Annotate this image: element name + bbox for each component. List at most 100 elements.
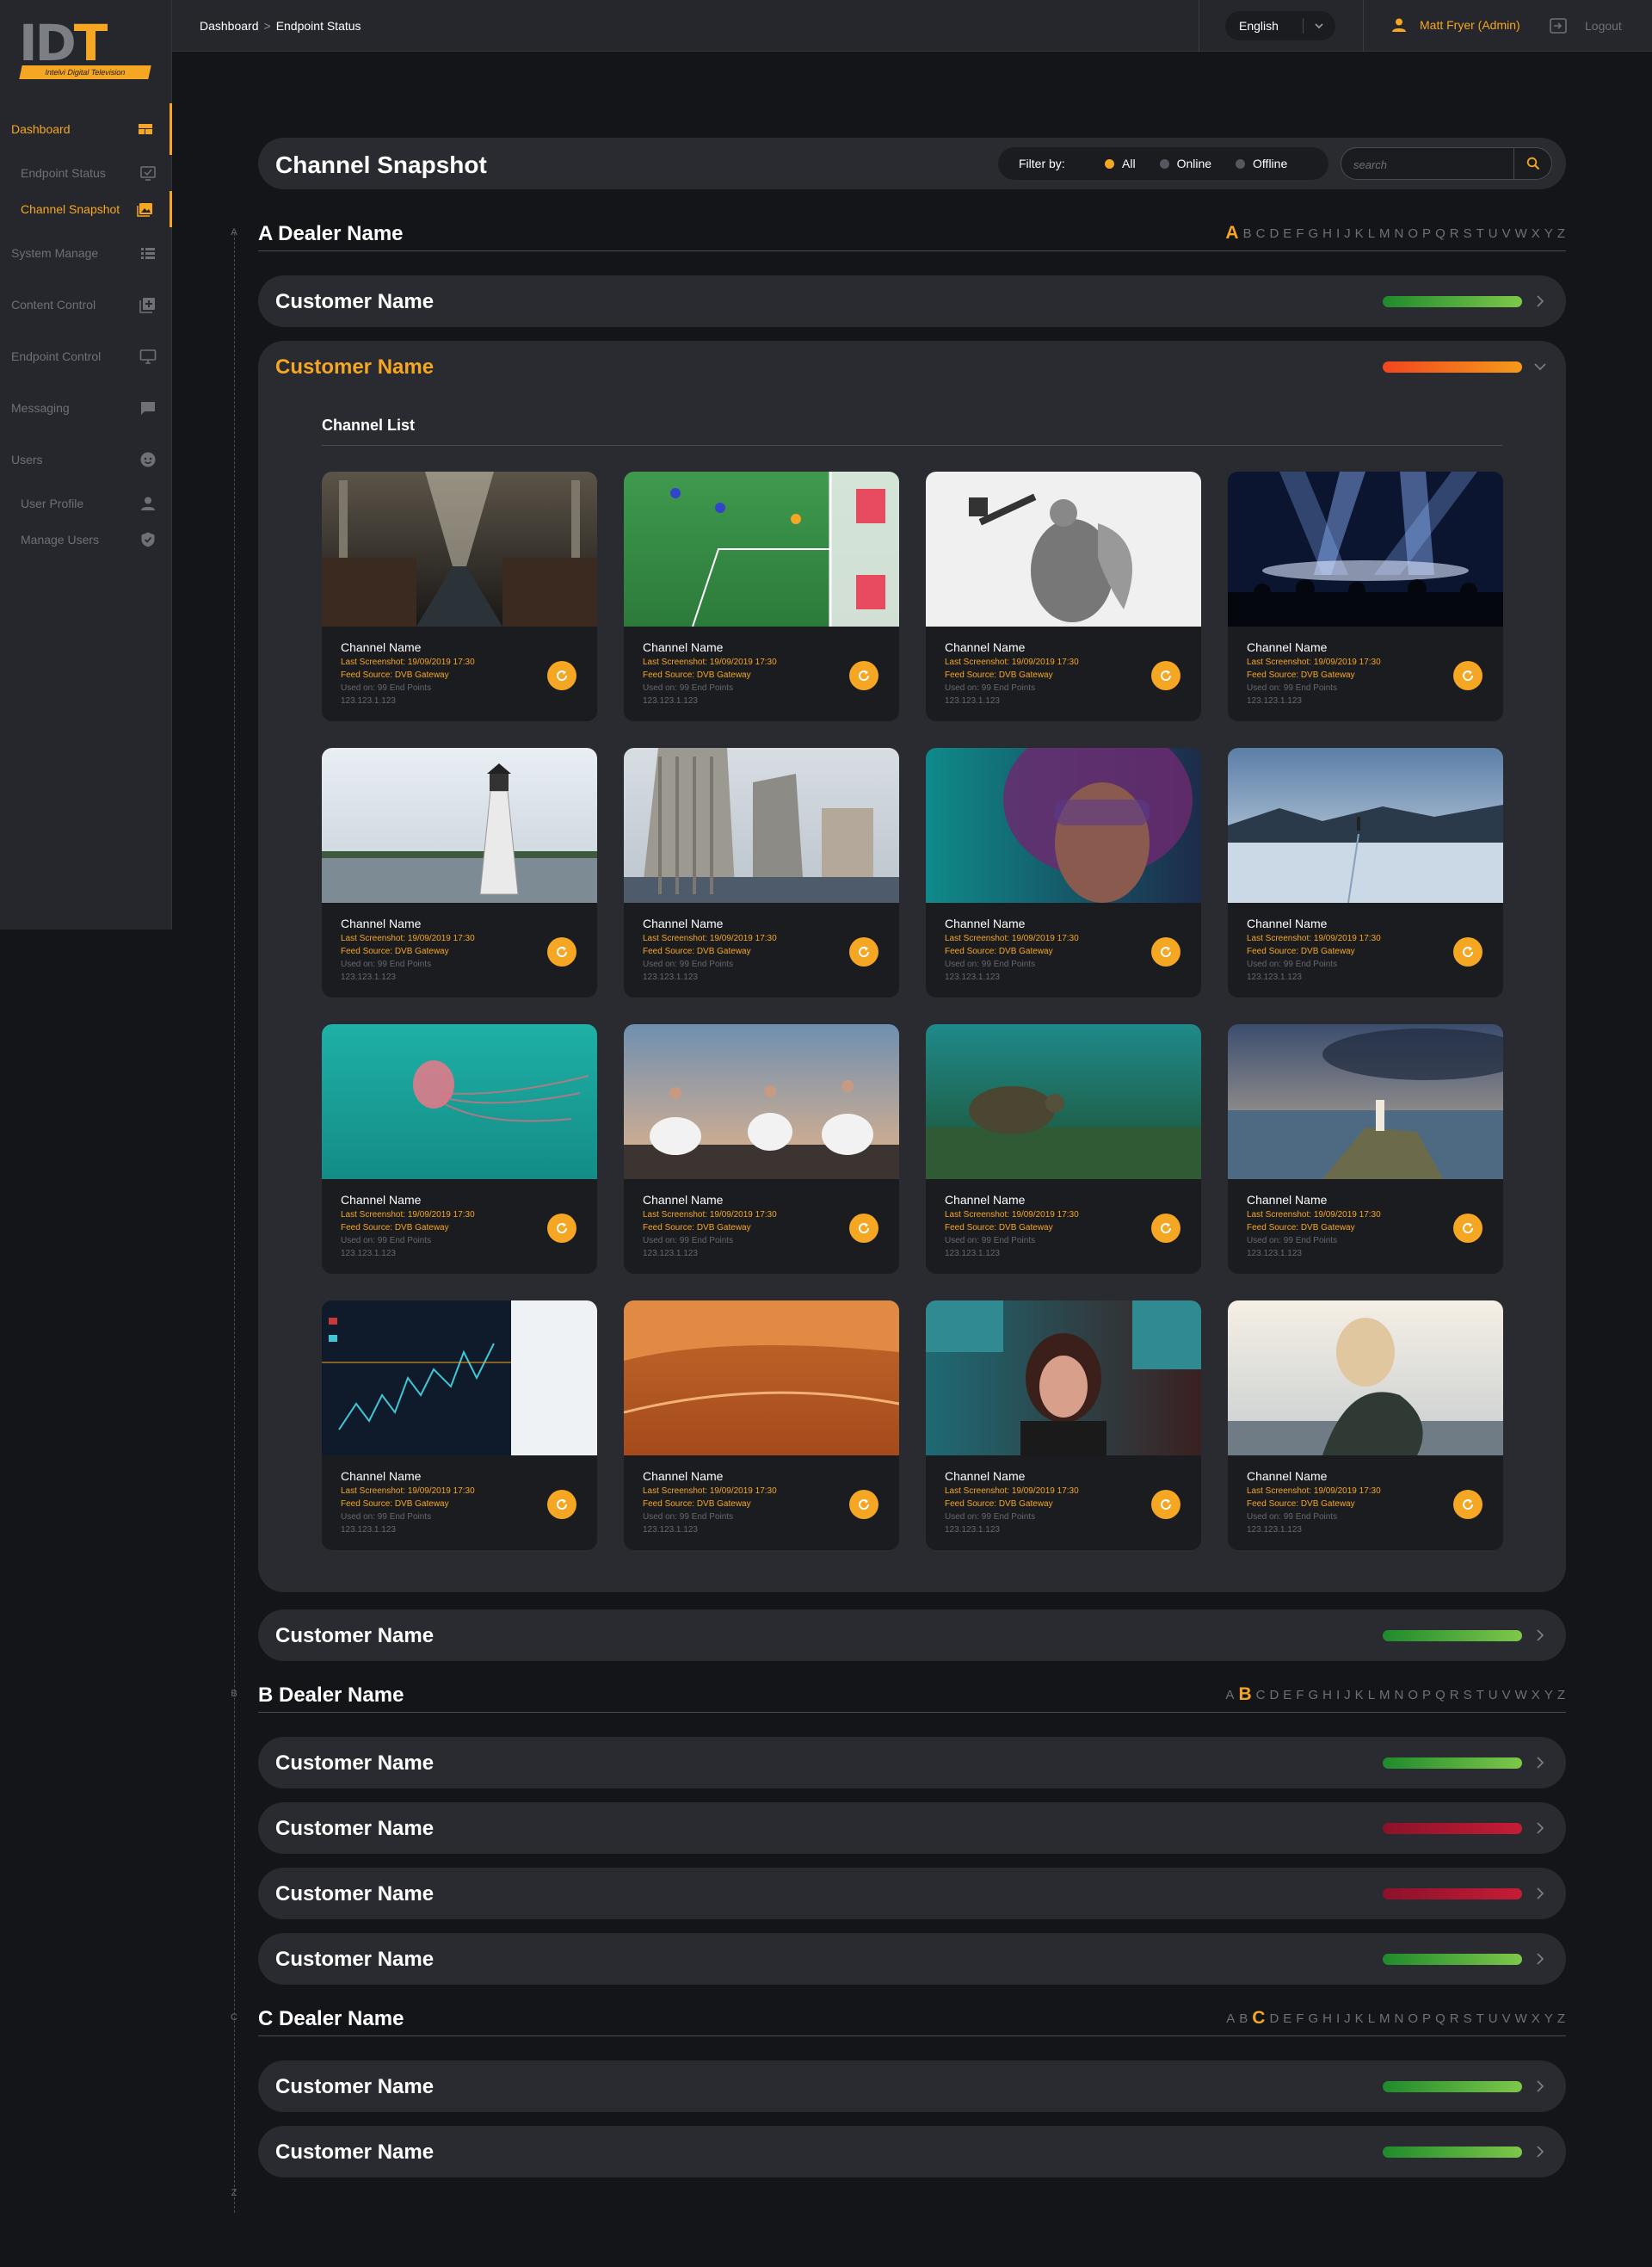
alphabet-letter[interactable]: E <box>1283 2011 1292 2026</box>
sidebar-item-endpoint-status[interactable]: Endpoint Status <box>0 155 172 191</box>
alphabet-letter[interactable]: Q <box>1435 226 1446 241</box>
refresh-button[interactable] <box>547 1490 576 1519</box>
alphabet-letter[interactable]: Q <box>1435 2011 1446 2026</box>
alphabet-letter[interactable]: L <box>1368 1688 1376 1702</box>
alphabet-letter[interactable]: Y <box>1544 1688 1554 1702</box>
search-input[interactable] <box>1353 156 1508 173</box>
alphabet-letter[interactable]: U <box>1489 226 1499 241</box>
alphabet-letter[interactable]: W <box>1515 2011 1528 2026</box>
alphabet-letter[interactable]: L <box>1368 226 1376 241</box>
alphabet-letter[interactable]: V <box>1502 1688 1512 1702</box>
sidebar-item-system-manage[interactable]: System Manage <box>0 227 172 279</box>
channel-card[interactable]: Channel Name Last Screenshot: 19/09/2019 … <box>322 1024 597 1274</box>
chevron-down-icon[interactable] <box>1533 360 1547 374</box>
alphabet-letter[interactable]: D <box>1269 2011 1279 2026</box>
alphabet-letter[interactable]: J <box>1344 2011 1352 2026</box>
language-select[interactable]: English <box>1225 11 1335 40</box>
channel-thumbnail[interactable] <box>624 1024 899 1179</box>
channel-card[interactable]: Channel Name Last Screenshot: 19/09/2019 … <box>1228 1024 1503 1274</box>
channel-card[interactable]: Channel Name Last Screenshot: 19/09/2019 … <box>322 1300 597 1550</box>
alphabet-letter[interactable]: G <box>1308 226 1319 241</box>
alphabet-letter[interactable]: X <box>1532 226 1541 241</box>
alphabet-letter[interactable]: S <box>1464 226 1473 241</box>
alphabet-letter[interactable]: B <box>1239 2011 1248 2026</box>
channel-thumbnail[interactable] <box>1228 472 1503 627</box>
channel-thumbnail[interactable] <box>926 472 1201 627</box>
channel-thumbnail[interactable] <box>1228 1024 1503 1179</box>
alphabet-letter[interactable]: F <box>1296 226 1304 241</box>
refresh-button[interactable] <box>849 1214 878 1243</box>
channel-thumbnail[interactable] <box>926 748 1201 903</box>
alphabet-letter[interactable]: S <box>1464 1688 1473 1702</box>
channel-thumbnail[interactable] <box>624 472 899 627</box>
sidebar-item-dashboard[interactable]: Dashboard <box>0 103 172 155</box>
channel-card[interactable]: Channel Name Last Screenshot: 19/09/2019 … <box>926 1024 1201 1274</box>
alphabet-letter[interactable]: C <box>1256 226 1267 241</box>
alphabet-letter[interactable]: O <box>1408 2011 1419 2026</box>
filter-all[interactable]: All <box>1105 157 1136 170</box>
alphabet-letter[interactable]: N <box>1395 226 1405 241</box>
channel-card[interactable]: Channel Name Last Screenshot: 19/09/2019 … <box>624 1300 899 1550</box>
filter-online[interactable]: Online <box>1159 157 1211 170</box>
alphabet-letter[interactable]: M <box>1379 2011 1391 2026</box>
alphabet-letter[interactable]: G <box>1308 2011 1319 2026</box>
channel-thumbnail[interactable] <box>624 1300 899 1455</box>
refresh-button[interactable] <box>547 937 576 967</box>
alphabet-letter[interactable]: D <box>1269 1688 1279 1702</box>
customer-row[interactable]: Customer Name <box>258 1933 1566 1985</box>
logout-button[interactable]: Logout <box>1549 16 1622 35</box>
logo[interactable]: IDT Intelvi Digital Television <box>19 18 153 83</box>
customer-row[interactable]: Customer Name <box>258 1737 1566 1788</box>
sidebar-item-channel-snapshot[interactable]: Channel Snapshot <box>0 191 172 227</box>
refresh-button[interactable] <box>849 661 878 690</box>
alphabet-letter[interactable]: H <box>1322 1688 1333 1702</box>
alphabet-letter[interactable]: T <box>1476 1688 1485 1702</box>
alphabet-letter[interactable]: R <box>1450 2011 1460 2026</box>
alphabet-letter[interactable]: X <box>1532 1688 1541 1702</box>
refresh-button[interactable] <box>547 661 576 690</box>
alphabet-letter[interactable]: S <box>1464 2011 1473 2026</box>
alphabet-letter[interactable]: B <box>1243 226 1253 241</box>
customer-row[interactable]: Customer Name <box>258 1609 1566 1661</box>
alphabet-letter[interactable]: Z <box>1557 226 1566 241</box>
channel-card[interactable]: Channel Name Last Screenshot: 19/09/2019 … <box>624 472 899 721</box>
alphabet-letter[interactable]: Y <box>1544 226 1554 241</box>
channel-thumbnail[interactable] <box>322 748 597 903</box>
channel-card[interactable]: Channel Name Last Screenshot: 19/09/2019 … <box>926 748 1201 998</box>
alphabet-letter[interactable]: U <box>1489 2011 1499 2026</box>
breadcrumb-dashboard[interactable]: Dashboard <box>200 19 259 33</box>
channel-card[interactable]: Channel Name Last Screenshot: 19/09/2019 … <box>1228 748 1503 998</box>
channel-thumbnail[interactable] <box>322 1024 597 1179</box>
alphabet-letter[interactable]: U <box>1489 1688 1499 1702</box>
alphabet-letter[interactable]: B <box>1238 1685 1252 1703</box>
alphabet-letter[interactable]: K <box>1355 1688 1365 1702</box>
alphabet-letter[interactable]: K <box>1355 2011 1365 2026</box>
alphabet-letter[interactable]: O <box>1408 226 1419 241</box>
alphabet-letter[interactable]: F <box>1296 2011 1304 2026</box>
sidebar-item-content-control[interactable]: Content Control <box>0 279 172 330</box>
alphabet-letter[interactable]: N <box>1395 1688 1405 1702</box>
customer-row[interactable]: Customer Name <box>258 2060 1566 2112</box>
channel-thumbnail[interactable] <box>1228 1300 1503 1455</box>
refresh-button[interactable] <box>1151 661 1180 690</box>
channel-card[interactable]: Channel Name Last Screenshot: 19/09/2019 … <box>322 472 597 721</box>
alphabet-letter[interactable]: I <box>1336 226 1341 241</box>
channel-card[interactable]: Channel Name Last Screenshot: 19/09/2019 … <box>1228 1300 1503 1550</box>
alphabet-letter[interactable]: R <box>1450 1688 1460 1702</box>
channel-thumbnail[interactable] <box>926 1024 1201 1179</box>
alphabet-letter[interactable]: C <box>1252 2009 1266 2027</box>
alphabet-letter[interactable]: T <box>1476 226 1485 241</box>
sidebar-item-user-profile[interactable]: User Profile <box>0 485 172 522</box>
alphabet-letter[interactable]: Y <box>1544 2011 1554 2026</box>
alphabet-letter[interactable]: J <box>1344 1688 1352 1702</box>
alphabet-letter[interactable]: D <box>1269 226 1279 241</box>
alphabet-letter[interactable]: I <box>1336 1688 1341 1702</box>
customer-row[interactable]: Customer Name <box>258 1802 1566 1854</box>
refresh-button[interactable] <box>849 937 878 967</box>
breadcrumb-endpoint-status[interactable]: Endpoint Status <box>276 19 361 33</box>
channel-thumbnail[interactable] <box>1228 748 1503 903</box>
alphabet-letter[interactable]: P <box>1422 2011 1432 2026</box>
refresh-button[interactable] <box>1453 661 1482 690</box>
alphabet-letter[interactable]: Z <box>1557 2011 1566 2026</box>
alphabet-letter[interactable]: Q <box>1435 1688 1446 1702</box>
